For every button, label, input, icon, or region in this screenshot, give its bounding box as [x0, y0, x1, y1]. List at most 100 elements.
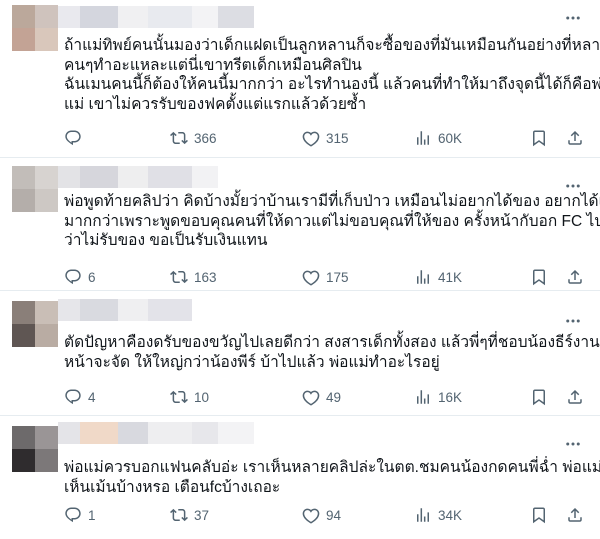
author-name-redacted	[58, 422, 80, 444]
reply-tweet[interactable]: ถ้าแม่ทิพย์คนนั้นมองว่าเด็กแฝดเป็นลูกหลา…	[0, 0, 600, 158]
author-header[interactable]	[58, 166, 218, 188]
avatar-block	[12, 426, 35, 449]
reply-icon	[65, 507, 81, 523]
author-header[interactable]	[58, 299, 192, 321]
bookmark-icon	[533, 130, 545, 147]
avatar-block	[12, 189, 35, 212]
avatar-block	[12, 28, 35, 51]
view-count: 34K	[438, 507, 463, 523]
reply-icon	[65, 269, 81, 285]
more-options-button[interactable]	[560, 434, 586, 454]
reply-line: ฉันเมนคนนี้ก็ต้องให้คนนี้มากกว่า อะไรทำน…	[64, 76, 600, 93]
view-count: 60K	[438, 130, 463, 146]
author-name-redacted	[118, 422, 148, 444]
like-count: 315	[326, 130, 349, 146]
retweet-icon	[170, 131, 188, 145]
views-button[interactable]: 34K	[414, 506, 462, 524]
views-icon	[417, 131, 429, 145]
reply-line: ว่าไม่รับของ ขอเป็นรับเงินแทน	[64, 232, 268, 249]
more-options-button[interactable]	[560, 8, 586, 28]
avatar[interactable]	[12, 5, 58, 51]
reply-tweet[interactable]: พ่อแม่ควรบอกแฟนคลับอ่ะ เราเห็นหลายคลิปล่…	[0, 416, 600, 539]
avatar-block	[35, 324, 58, 347]
share-icon	[568, 130, 582, 145]
author-header[interactable]	[58, 422, 254, 444]
share-button[interactable]	[566, 268, 584, 286]
reply-button[interactable]: 6	[64, 268, 96, 286]
avatar[interactable]	[12, 166, 58, 212]
retweet-button[interactable]: 163	[170, 268, 217, 286]
heart-icon	[302, 508, 320, 524]
retweet-button[interactable]: 10	[170, 388, 209, 406]
like-button[interactable]: 315	[302, 129, 349, 147]
bookmark-button[interactable]	[530, 506, 548, 524]
action-bar: 4 10 49 16K	[64, 386, 590, 408]
reply-line: ถ้าแม่ทิพย์คนนั้นมองว่าเด็กแฝดเป็นลูกหลา…	[64, 37, 600, 54]
share-icon	[568, 389, 582, 404]
views-button[interactable]: 41K	[414, 268, 462, 286]
author-name-redacted	[80, 166, 118, 188]
avatar-block	[12, 301, 35, 324]
view-count: 41K	[438, 269, 463, 285]
avatar-block	[12, 324, 35, 347]
retweet-button[interactable]: 37	[170, 506, 209, 524]
share-icon	[568, 269, 582, 284]
views-icon	[417, 508, 429, 522]
avatar-block	[35, 28, 58, 51]
avatar-block	[35, 301, 58, 324]
author-header[interactable]	[58, 6, 254, 28]
reply-button[interactable]: 4	[64, 388, 96, 406]
bookmark-button[interactable]	[530, 129, 548, 147]
views-button[interactable]: 16K	[414, 388, 462, 406]
avatar-block	[12, 449, 35, 472]
author-name-redacted	[218, 6, 254, 28]
reply-button[interactable]: 1	[64, 506, 96, 524]
author-name-redacted	[148, 6, 192, 28]
avatar-block	[35, 5, 58, 28]
avatar-block	[35, 189, 58, 212]
author-name-redacted	[118, 6, 148, 28]
author-name-redacted	[192, 166, 218, 188]
author-name-redacted	[58, 6, 80, 28]
share-button[interactable]	[566, 506, 584, 524]
like-button[interactable]: 175	[302, 268, 349, 286]
reply-line: หน้าจะจัด ให้ใหญ่กว่าน้องพีร์ บ้าไปแล้ว …	[64, 353, 440, 371]
retweet-button[interactable]: 366	[170, 129, 217, 147]
replies-feed: ถ้าแม่ทิพย์คนนั้นมองว่าเด็กแฝดเป็นลูกหลา…	[0, 0, 600, 539]
retweet-count: 366	[194, 130, 217, 146]
share-icon	[568, 507, 582, 522]
reply-line: พ่อแม่ควรบอกแฟนคลับอ่ะ เราเห็นหลายคลิปล่…	[64, 459, 600, 476]
reply-button[interactable]	[64, 129, 88, 147]
reply-text: พ่อแม่ควรบอกแฟนคลับอ่ะ เราเห็นหลายคลิปล่…	[64, 458, 600, 497]
like-button[interactable]: 94	[302, 506, 341, 524]
author-name-redacted	[80, 6, 118, 28]
author-name-redacted	[192, 422, 218, 444]
avatar[interactable]	[12, 426, 58, 472]
views-button[interactable]: 60K	[414, 129, 462, 147]
author-name-redacted	[58, 299, 80, 321]
reply-tweet[interactable]: พ่อพูดท้ายคลิปว่า คิดบ้างมั้ยว่าบ้านเราม…	[0, 158, 600, 291]
author-name-redacted	[148, 422, 192, 444]
reply-tweet[interactable]: ตัดปัญหาคืองดรับของขวัญไปเลยดีกว่า สงสาร…	[0, 291, 600, 416]
bookmark-button[interactable]	[530, 388, 548, 406]
reply-line: เห็นเม้นบ้างหรอ เตือนfcบ้างเถอะ	[64, 478, 281, 496]
like-count: 175	[326, 269, 349, 285]
bookmark-button[interactable]	[530, 268, 548, 286]
avatar-block	[35, 449, 58, 472]
avatar-block	[35, 166, 58, 189]
share-button[interactable]	[566, 388, 584, 406]
more-options-button[interactable]	[560, 311, 586, 331]
share-button[interactable]	[566, 129, 584, 147]
author-name-redacted	[118, 166, 148, 188]
like-button[interactable]: 49	[302, 388, 341, 406]
retweet-count: 37	[194, 507, 210, 523]
reply-line: พ่อพูดท้ายคลิปว่า คิดบ้างมั้ยว่าบ้านเราม…	[64, 193, 600, 210]
view-count: 16K	[438, 389, 463, 405]
reply-line: มากกว่าเพราะพูดขอบคุณคนที่ให้ดาวแต่ไม่ขอ…	[64, 212, 600, 230]
bookmark-icon	[533, 389, 545, 406]
reply-line: ตัดปัญหาคืองดรับของขวัญไปเลยดีกว่า สงสาร…	[64, 334, 600, 351]
heart-icon	[302, 390, 320, 406]
reply-icon	[65, 130, 81, 146]
avatar[interactable]	[12, 301, 58, 347]
views-icon	[417, 390, 429, 404]
